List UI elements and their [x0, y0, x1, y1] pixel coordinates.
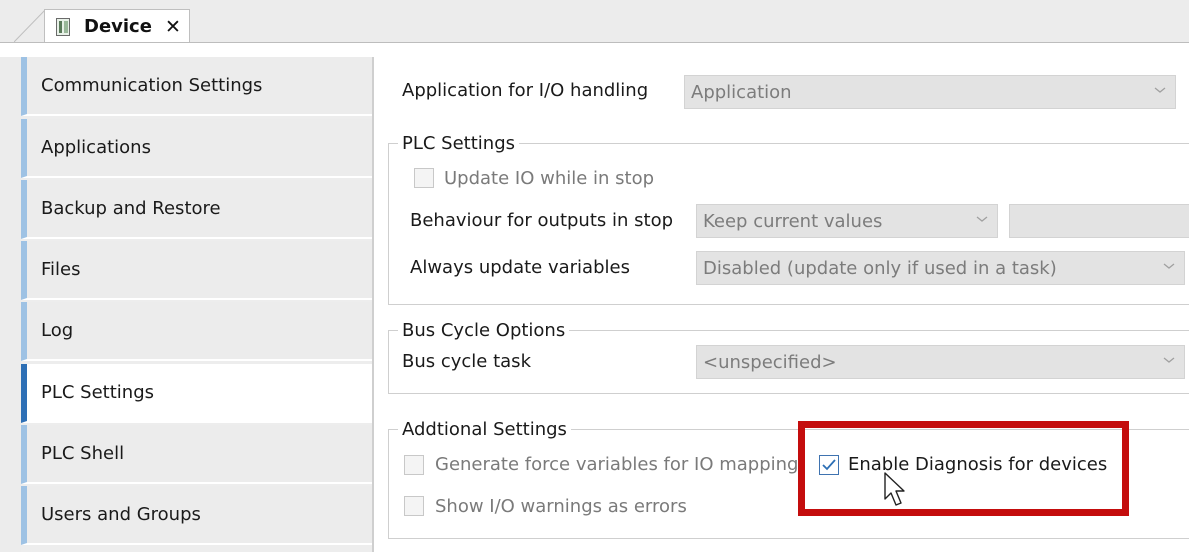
always-update-select[interactable]: Disabled (update only if used in a task) [696, 251, 1185, 285]
additional-settings-legend: Addtional Settings [398, 419, 571, 440]
sidebar-item-label: Communication Settings [41, 75, 263, 96]
plc-settings-legend: PLC Settings [398, 133, 520, 154]
sidebar-item-plc-settings[interactable]: PLC Settings [21, 364, 373, 423]
io-application-value: Application [691, 82, 792, 103]
sidebar-item-label: Backup and Restore [41, 198, 221, 219]
sidebar-item-label: Log [41, 320, 74, 341]
update-io-label: Update IO while in stop [444, 168, 655, 189]
sidebar-item-log[interactable]: Log [21, 302, 373, 361]
chevron-down-icon [1163, 357, 1175, 363]
bus-cycle-task-select[interactable]: <unspecified> [696, 345, 1185, 379]
io-application-select[interactable]: Application [684, 75, 1176, 109]
content-top-margin [0, 43, 1189, 57]
io-warnings-label: Show I/O warnings as errors [435, 496, 687, 517]
io-application-label: Application for I/O handling [402, 80, 649, 101]
sidebar-item-applications[interactable]: Applications [21, 119, 373, 178]
device-icon [56, 18, 70, 36]
sidebar-item-label: Applications [41, 137, 151, 158]
chevron-down-icon [1163, 263, 1175, 269]
always-update-value: Disabled (update only if used in a task) [703, 258, 1057, 279]
sidebar-item-files[interactable]: Files [21, 241, 373, 300]
bus-cycle-task-value: <unspecified> [703, 352, 837, 373]
behaviour-outputs-value: Keep current values [703, 211, 883, 232]
bus-cycle-task-label: Bus cycle task [402, 351, 531, 372]
sidebar-item-label: Files [41, 259, 81, 280]
sidebar-item-communication-settings[interactable]: Communication Settings [21, 57, 373, 116]
close-icon[interactable]: ✕ [165, 16, 181, 38]
tab-title: Device [84, 16, 152, 37]
behaviour-outputs-select[interactable]: Keep current values [696, 204, 998, 238]
tab-slant-decoration [14, 9, 46, 43]
force-variables-label: Generate force variables for IO mapping [435, 454, 799, 475]
update-io-checkbox[interactable] [414, 168, 434, 188]
sidebar-item-users-groups[interactable]: Users and Groups [21, 486, 373, 545]
chevron-down-icon [1154, 87, 1166, 93]
behaviour-extra-field[interactable] [1009, 204, 1189, 238]
sidebar-item-backup-restore[interactable]: Backup and Restore [21, 180, 373, 239]
sidebar-item-label: PLC Settings [41, 382, 155, 403]
sidebar-item-label: Users and Groups [41, 504, 201, 525]
behaviour-outputs-label: Behaviour for outputs in stop [410, 210, 674, 231]
bus-cycle-legend: Bus Cycle Options [398, 320, 570, 341]
sidebar-item-plc-shell[interactable]: PLC Shell [21, 425, 373, 484]
always-update-label: Always update variables [410, 257, 630, 278]
io-warnings-checkbox[interactable] [404, 496, 424, 516]
force-variables-checkbox[interactable] [404, 455, 424, 475]
highlight-box [798, 421, 1129, 516]
sidebar-item-label: PLC Shell [41, 443, 125, 464]
chevron-down-icon [976, 216, 988, 222]
